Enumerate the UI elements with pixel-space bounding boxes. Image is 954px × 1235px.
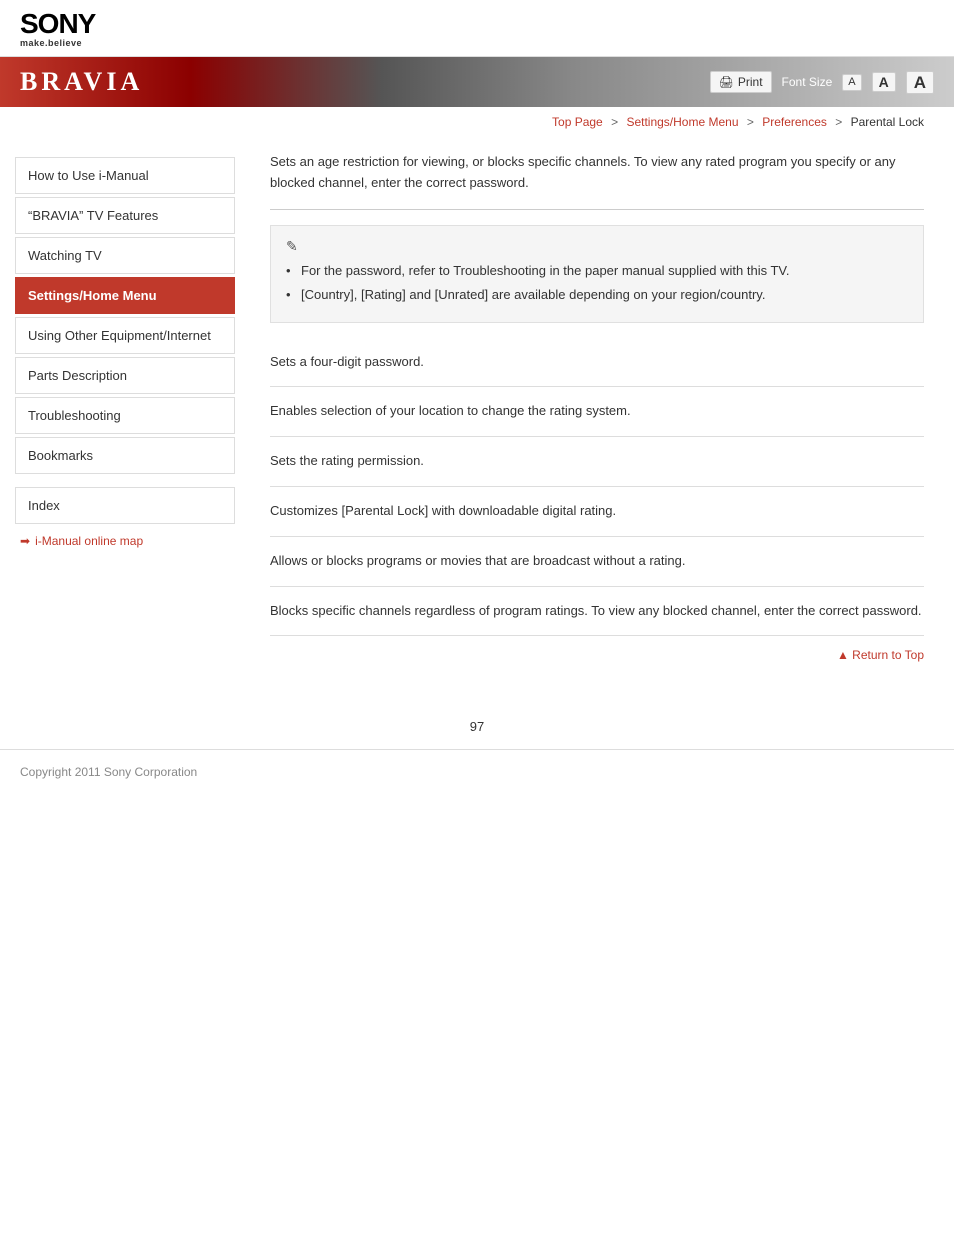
note-box: ✎ For the password, refer to Troubleshoo… [270, 225, 924, 323]
bravia-controls: 🖨 Print Font Size A A A [710, 71, 934, 94]
breadcrumb-top-page[interactable]: Top Page [552, 115, 603, 129]
sidebar-divider [15, 477, 235, 487]
arrow-right-icon: ➡ [20, 534, 30, 548]
content-row-unrated: Allows or blocks programs or movies that… [270, 537, 924, 587]
content-row-channels: Blocks specific channels regardless of p… [270, 587, 924, 637]
content-row-country: Enables selection of your location to ch… [270, 387, 924, 437]
page-footer: Copyright 2011 Sony Corporation [0, 749, 954, 794]
sidebar-item-bravia-features[interactable]: “BRAVIA” TV Features [15, 197, 235, 234]
print-icon: 🖨 [719, 75, 734, 89]
content-intro: Sets an age restriction for viewing, or … [270, 137, 924, 210]
content-row-rating: Sets the rating permission. [270, 437, 924, 487]
print-button[interactable]: 🖨 Print [710, 71, 772, 93]
bravia-banner: BRAVIA 🖨 Print Font Size A A A [0, 57, 954, 107]
breadcrumb-sep1: > [611, 115, 618, 129]
note-item-2: [Country], [Rating] and [Unrated] are av… [286, 285, 908, 305]
sidebar-item-settings-home[interactable]: Settings/Home Menu [15, 277, 235, 314]
sidebar: How to Use i-Manual “BRAVIA” TV Features… [0, 137, 250, 704]
sidebar-item-how-to-use[interactable]: How to Use i-Manual [15, 157, 235, 194]
breadcrumb: Top Page > Settings/Home Menu > Preferen… [0, 107, 954, 137]
sidebar-item-bookmarks[interactable]: Bookmarks [15, 437, 235, 474]
content-row-password: Sets a four-digit password. [270, 338, 924, 388]
bravia-title: BRAVIA [20, 67, 143, 97]
sony-logo-text: SONY [20, 10, 95, 38]
content-row-digital-rating: Customizes [Parental Lock] with download… [270, 487, 924, 537]
copyright-text: Copyright 2011 Sony Corporation [20, 765, 197, 779]
note-icon: ✎ [286, 238, 908, 255]
imanual-link-label: i-Manual online map [35, 534, 143, 548]
main-layout: How to Use i-Manual “BRAVIA” TV Features… [0, 137, 954, 704]
triangle-up-icon: ▲ [837, 648, 852, 662]
sony-logo: SONY make.believe [20, 10, 934, 48]
breadcrumb-settings-menu[interactable]: Settings/Home Menu [626, 115, 738, 129]
content-area: Sets an age restriction for viewing, or … [250, 137, 954, 704]
sidebar-item-parts-description[interactable]: Parts Description [15, 357, 235, 394]
note-list: For the password, refer to Troubleshooti… [286, 261, 908, 305]
page-number: 97 [0, 704, 954, 749]
return-top-link[interactable]: ▲ Return to Top [837, 648, 924, 662]
breadcrumb-preferences[interactable]: Preferences [762, 115, 827, 129]
breadcrumb-current: Parental Lock [851, 115, 924, 129]
top-header: SONY make.believe [0, 0, 954, 57]
sidebar-item-troubleshooting[interactable]: Troubleshooting [15, 397, 235, 434]
return-top-label: Return to Top [852, 648, 924, 662]
sidebar-item-using-other[interactable]: Using Other Equipment/Internet [15, 317, 235, 354]
breadcrumb-sep2: > [747, 115, 754, 129]
font-small-button[interactable]: A [842, 74, 861, 91]
font-large-button[interactable]: A [906, 71, 934, 94]
font-medium-button[interactable]: A [872, 72, 896, 92]
imanual-online-map-link[interactable]: ➡ i-Manual online map [15, 534, 235, 548]
sidebar-item-watching-tv[interactable]: Watching TV [15, 237, 235, 274]
note-item-1: For the password, refer to Troubleshooti… [286, 261, 908, 281]
return-to-top: ▲ Return to Top [270, 636, 924, 674]
font-size-label: Font Size [782, 75, 833, 89]
breadcrumb-sep3: > [835, 115, 842, 129]
print-label: Print [738, 75, 763, 89]
sony-tagline: make.believe [20, 38, 82, 48]
sidebar-item-index[interactable]: Index [15, 487, 235, 524]
